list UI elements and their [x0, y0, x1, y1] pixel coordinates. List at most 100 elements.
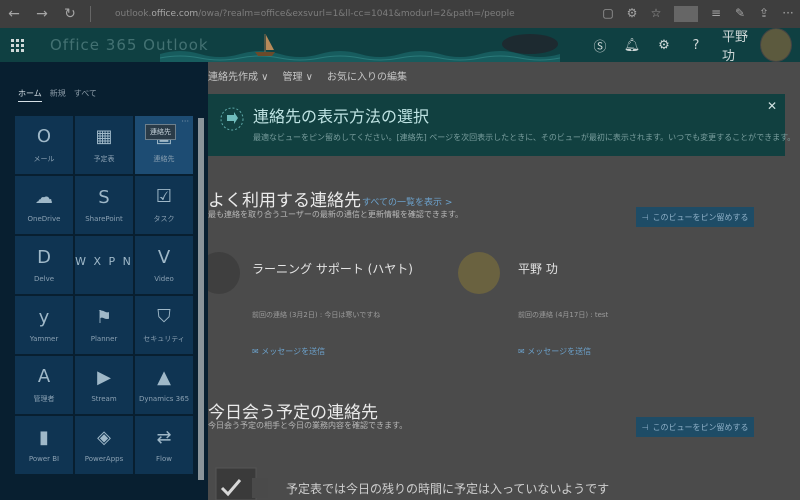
app-tile-delve[interactable]: D Delve: [15, 236, 73, 294]
refresh-icon[interactable]: ↻: [56, 0, 84, 28]
office-apps-icon: W X P N: [75, 255, 133, 268]
browser-toolbar: ← → ↻ outlook.office.com/owa/?realm=offi…: [0, 0, 800, 28]
app-tile-label: Yammer: [29, 335, 59, 343]
app-tile-label: SharePoint: [85, 215, 123, 223]
send-message-link[interactable]: ✉ メッセージを送信: [518, 346, 591, 357]
extension-icon[interactable]: ⚙: [620, 6, 644, 22]
app-tile-label: セキュリティ: [143, 335, 185, 343]
app-tile-video[interactable]: V Video: [135, 236, 193, 294]
pin-icon: [220, 107, 244, 131]
command-bar: 連絡先作成 ∨ 管理 ∨ お気に入りの編集: [208, 62, 407, 88]
app-tile-label: タスク: [153, 215, 175, 223]
admin-icon: A: [37, 366, 51, 387]
contact-last-contact: 前回の連絡 (3月2日) : 今日は寒いですね: [252, 311, 381, 319]
more-icon[interactable]: ···: [776, 6, 800, 22]
waffle-icon: [10, 38, 24, 52]
app-tile-flow[interactable]: ⇄ Flow: [135, 416, 193, 474]
manage-menu[interactable]: 管理 ∨: [283, 68, 314, 83]
app-tile-onedrive[interactable]: ☁ OneDrive: [15, 176, 73, 234]
contact-name[interactable]: ラーニング サポート (ハヤト): [252, 260, 413, 277]
app-tile-label: 予定表: [93, 155, 115, 163]
empty-calendar-illustration: [215, 467, 268, 500]
app-tile-people[interactable]: 連絡先 ··· ▣ 連絡先: [135, 116, 193, 174]
share-icon[interactable]: ⇪: [752, 6, 776, 22]
tile-more-icon[interactable]: ···: [181, 117, 189, 126]
settings-gear-icon[interactable]: ⚙: [648, 28, 680, 62]
pin-view-button[interactable]: ⊣ このビューをピン留めする: [636, 417, 754, 437]
app-tile-label: Flow: [156, 455, 172, 463]
app-tile-security[interactable]: ⛉ セキュリティ: [135, 296, 193, 354]
app-tile-stream[interactable]: ▶ Stream: [75, 356, 133, 414]
today-contacts-subtitle: 今日会う予定の相手と今日の業務内容を確認できます。: [208, 421, 408, 430]
tab-all[interactable]: すべて: [74, 88, 97, 102]
pin-view-label: このビューをピン留めする: [652, 212, 749, 222]
app-tile-tasks[interactable]: ☑ タスク: [135, 176, 193, 234]
tab-home[interactable]: ホーム: [18, 88, 42, 102]
header-actions: Ⓢ 🔔︎ ⚙ ? 平野 功: [584, 28, 800, 64]
video-icon: V: [157, 247, 171, 268]
favorite-star-icon[interactable]: ☆: [644, 6, 668, 22]
delve-icon: D: [37, 247, 51, 268]
back-icon[interactable]: ←: [0, 0, 28, 28]
app-tile-powerapps[interactable]: ◈ PowerApps: [75, 416, 133, 474]
view-selection-banner: 連絡先の表示方法の選択 最適なビューをピン留めしてください。[連絡先] ページを…: [207, 94, 795, 156]
powerapps-icon: ◈: [97, 427, 111, 448]
tasks-icon: ☑: [155, 186, 173, 207]
outlook-icon: O: [36, 126, 52, 147]
pin-icon: ⊣: [641, 212, 649, 222]
app-tile-label: OneDrive: [27, 215, 61, 223]
scrollbar[interactable]: [198, 118, 204, 480]
launcher-tabs: ホーム 新規 すべて: [18, 88, 97, 102]
app-tile-label: Video: [154, 275, 174, 283]
app-tile-dynamics[interactable]: ▲ Dynamics 365: [135, 356, 193, 414]
banner-description: 最適なビューをピン留めしてください。[連絡先] ページを次回表示したときに、その…: [253, 133, 796, 142]
skype-icon[interactable]: Ⓢ: [584, 28, 616, 62]
forward-icon[interactable]: →: [28, 0, 56, 28]
app-tile-label: Dynamics 365: [138, 395, 190, 403]
help-icon[interactable]: ?: [680, 28, 712, 62]
send-message-link[interactable]: ✉ メッセージを送信: [252, 346, 325, 357]
app-tile-grid: O メール ▦ 予定表 連絡先 ··· ▣ 連絡先 ☁ OneDrive S S…: [15, 116, 195, 474]
app-tile-planner[interactable]: ⚑ Planner: [75, 296, 133, 354]
frequent-contacts-subtitle: 最も連絡を取り合うユーザーの最新の通信と更新情報を確認できます。: [208, 210, 464, 219]
user-name[interactable]: 平野 功: [722, 28, 754, 64]
banner-title: 連絡先の表示方法の選択: [253, 107, 430, 126]
app-tile-powerbi[interactable]: ▮ Power BI: [15, 416, 73, 474]
close-icon[interactable]: ✕: [767, 99, 777, 113]
notes-icon[interactable]: ✎: [728, 6, 752, 22]
app-tile-sharepoint[interactable]: S SharePoint: [75, 176, 133, 234]
notifications-bell-icon[interactable]: 🔔︎: [616, 28, 648, 62]
app-tile-yammer[interactable]: y Yammer: [15, 296, 73, 354]
app-tile-calendar[interactable]: ▦ 予定表: [75, 116, 133, 174]
app-tile-office-apps[interactable]: W X P N: [75, 236, 133, 294]
app-launcher-button[interactable]: [0, 28, 34, 62]
app-tile-label: Stream: [91, 395, 117, 403]
security-icon: ⛉: [157, 306, 171, 327]
app-tile-mail[interactable]: O メール: [15, 116, 73, 174]
url-domain: office.com: [151, 9, 199, 19]
app-tile-admin[interactable]: A 管理者: [15, 356, 73, 414]
address-bar[interactable]: outlook.office.com/owa/?realm=office&exs…: [115, 9, 585, 19]
yammer-icon: y: [38, 307, 50, 328]
reading-view-icon[interactable]: ▢: [596, 6, 620, 22]
contact-name[interactable]: 平野 功: [518, 260, 558, 277]
divider: [674, 6, 698, 22]
show-all-link[interactable]: すべての一覧を表示 >: [362, 195, 452, 208]
pin-icon: ⊣: [641, 422, 649, 432]
dynamics-icon: ▲: [157, 367, 171, 388]
app-tile-label: PowerApps: [84, 455, 124, 463]
edit-favorites-link[interactable]: お気に入りの編集: [327, 68, 407, 83]
scrollbar-thumb[interactable]: [198, 118, 204, 480]
hub-icon[interactable]: ≡: [704, 6, 728, 22]
planner-icon: ⚑: [95, 307, 113, 328]
avatar[interactable]: [760, 28, 792, 62]
avatar[interactable]: [458, 252, 500, 294]
new-contact-menu[interactable]: 連絡先作成 ∨: [208, 68, 269, 83]
pin-view-button[interactable]: ⊣ このビューをピン留めする: [636, 207, 754, 227]
app-tile-label: 連絡先: [153, 155, 175, 163]
stream-icon: ▶: [97, 367, 111, 388]
tab-new[interactable]: 新規: [50, 88, 66, 102]
browser-actions: ▢ ⚙ ☆ ≡ ✎ ⇪ ···: [596, 6, 800, 22]
empty-state-text: 予定表では今日の残りの時間に予定は入っていないようです: [286, 482, 610, 496]
url-path: /owa/?realm=office&exsvurl=1&ll-cc=1041&…: [198, 9, 515, 19]
